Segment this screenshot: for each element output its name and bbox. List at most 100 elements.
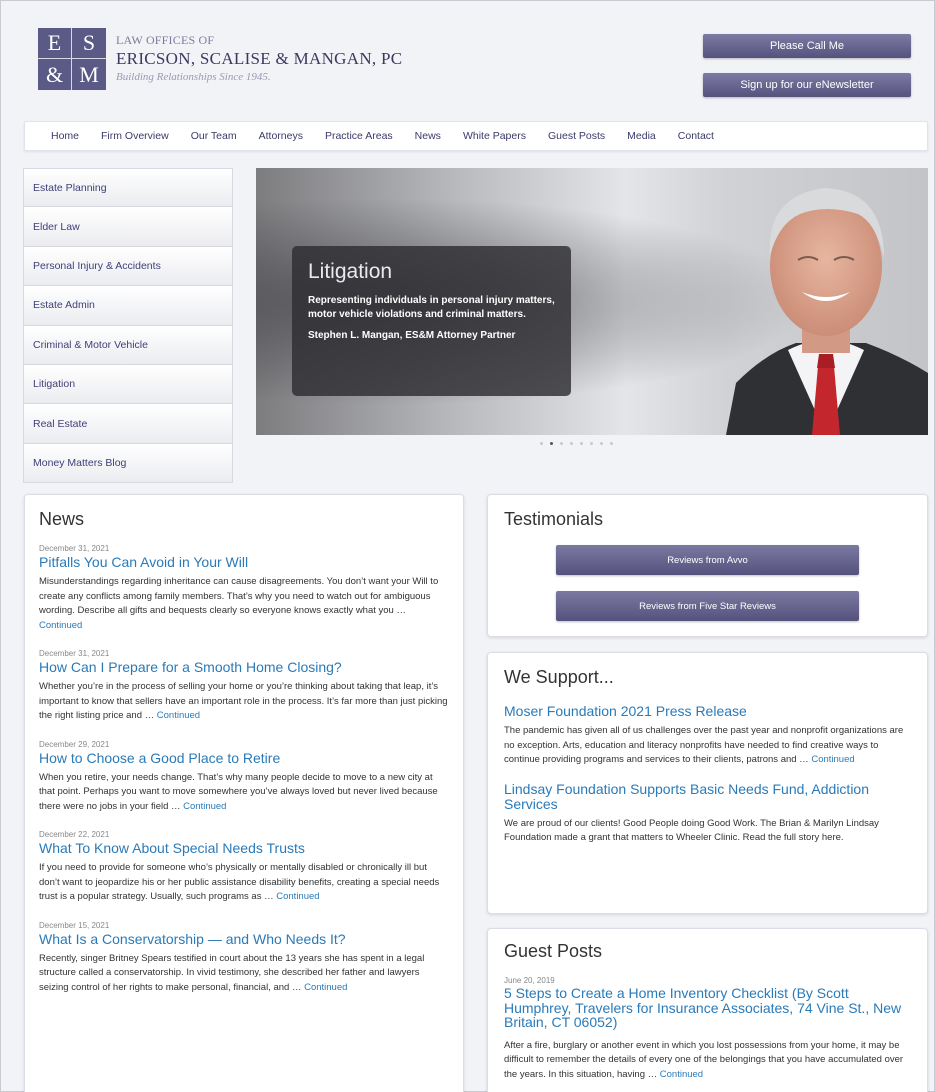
- continued-link[interactable]: Continued: [183, 801, 226, 812]
- slider-dot[interactable]: [580, 442, 583, 445]
- nav-item-contact[interactable]: Contact: [678, 130, 714, 142]
- guest-post-body: After a fire, burglary or another event …: [504, 1039, 904, 1080]
- sidebar-item-real-estate[interactable]: Real Estate: [23, 404, 233, 444]
- article-body: If you need to provide for someone who’s…: [39, 862, 440, 902]
- hero-text: Representing individuals in personal inj…: [308, 295, 555, 320]
- article-title-link[interactable]: What Is a Conservatorship — and Who Need…: [39, 931, 449, 947]
- article-body: When you retire, your needs change. That…: [39, 771, 438, 812]
- sidebar-item-elder-law[interactable]: Elder Law: [23, 207, 233, 247]
- continued-link[interactable]: Continued: [304, 982, 347, 993]
- nav-item-our-team[interactable]: Our Team: [191, 130, 237, 142]
- continued-link[interactable]: Continued: [157, 710, 200, 721]
- nav-item-media[interactable]: Media: [627, 130, 656, 142]
- news-article: December 29, 2021 How to Choose a Good P…: [39, 740, 449, 815]
- slider-dot[interactable]: [570, 442, 573, 445]
- logo-letter: M: [79, 61, 99, 87]
- support-excerpt: The pandemic has given all of us challen…: [504, 724, 911, 768]
- slider-dots: [540, 442, 613, 445]
- news-article: December 31, 2021 Pitfalls You Can Avoid…: [39, 544, 449, 633]
- logo-letter: &: [38, 59, 72, 90]
- continued-link[interactable]: Continued: [660, 1069, 703, 1080]
- newsletter-signup-button[interactable]: Sign up for our eNewsletter: [703, 73, 911, 97]
- reviews-five-star-button[interactable]: Reviews from Five Star Reviews: [556, 591, 859, 621]
- hero-attorney-name: Stephen L. Mangan: [308, 330, 400, 341]
- brand-name[interactable]: ERICSON, SCALISE & MANGAN, PC: [116, 49, 402, 69]
- hero-attorney: Stephen L. Mangan, ES&M Attorney Partner: [308, 329, 555, 343]
- slider-dot[interactable]: [550, 442, 553, 445]
- nav-item-white-papers[interactable]: White Papers: [463, 130, 526, 142]
- support-excerpt: We are proud of our clients! Good People…: [504, 817, 911, 846]
- article-excerpt: When you retire, your needs change. That…: [39, 771, 449, 815]
- slider-dot[interactable]: [540, 442, 543, 445]
- support-title-link[interactable]: Lindsay Foundation Supports Basic Needs …: [504, 781, 911, 812]
- hero-title: Litigation: [308, 260, 393, 283]
- article-excerpt: Recently, singer Britney Spears testifie…: [39, 952, 449, 996]
- article-body: Recently, singer Britney Spears testifie…: [39, 952, 425, 993]
- testimonials-panel: Testimonials Reviews from Avvo Reviews f…: [487, 494, 928, 637]
- nav-item-firm-overview[interactable]: Firm Overview: [101, 130, 169, 142]
- sidebar-item-money-matters-blog[interactable]: Money Matters Blog: [23, 443, 233, 484]
- brand-prefix: LAW OFFICES OF: [116, 33, 215, 47]
- guest-post-excerpt: After a fire, burglary or another event …: [504, 1039, 911, 1083]
- sidebar-item-personal-injury[interactable]: Personal Injury & Accidents: [23, 246, 233, 287]
- hero-caption: Litigation Representing individuals in p…: [292, 246, 571, 396]
- hero-attorney-role: , ES&M Attorney Partner: [399, 330, 516, 341]
- article-title-link[interactable]: How Can I Prepare for a Smooth Home Clos…: [39, 659, 449, 675]
- article-excerpt: Whether you’re in the process of selling…: [39, 680, 449, 724]
- slider-dot[interactable]: [560, 442, 563, 445]
- hero-slider[interactable]: Litigation Representing individuals in p…: [256, 168, 928, 435]
- slider-dot[interactable]: [600, 442, 603, 445]
- article-excerpt: If you need to provide for someone who’s…: [39, 861, 449, 905]
- brand-tagline: Building Relationships Since 1945.: [116, 71, 271, 83]
- guest-post-title-link[interactable]: 5 Steps to Create a Home Inventory Check…: [504, 986, 911, 1030]
- article-title-link[interactable]: What To Know About Special Needs Trusts: [39, 840, 449, 856]
- article-date: December 29, 2021: [39, 739, 110, 749]
- article-body: Misunderstandings regarding inheritance …: [39, 576, 439, 616]
- nav-item-attorneys[interactable]: Attorneys: [259, 130, 303, 142]
- support-title-link[interactable]: Moser Foundation 2021 Press Release: [504, 704, 911, 719]
- testimonials-heading: Testimonials: [504, 509, 604, 529]
- reviews-avvo-button[interactable]: Reviews from Avvo: [556, 545, 859, 575]
- support-body: We are proud of our clients! Good People…: [504, 817, 879, 844]
- guest-heading: Guest Posts: [504, 941, 603, 961]
- nav-item-guest-posts[interactable]: Guest Posts: [548, 130, 605, 142]
- news-article: December 22, 2021 What To Know About Spe…: [39, 830, 449, 905]
- article-date: December 31, 2021: [39, 544, 110, 553]
- we-support-panel: We Support... Moser Foundation 2021 Pres…: [487, 652, 928, 914]
- article-body: Whether you’re in the process of selling…: [39, 681, 448, 721]
- support-item: Moser Foundation 2021 Press Release The …: [504, 704, 911, 768]
- continued-link[interactable]: Continued: [811, 754, 854, 765]
- support-heading: We Support...: [504, 667, 614, 687]
- continued-link[interactable]: Continued: [39, 620, 82, 631]
- nav-item-practice-areas[interactable]: Practice Areas: [325, 130, 393, 142]
- firm-logo[interactable]: E S & M: [38, 28, 106, 90]
- sidebar-item-criminal-motor-vehicle[interactable]: Criminal & Motor Vehicle: [23, 325, 233, 365]
- attorney-portrait: [726, 188, 928, 435]
- practice-sidebar: Estate Planning Elder Law Personal Injur…: [23, 168, 233, 484]
- article-excerpt: Misunderstandings regarding inheritance …: [39, 575, 449, 633]
- article-date: December 22, 2021: [39, 830, 110, 839]
- slider-dot[interactable]: [610, 442, 613, 445]
- article-title-link[interactable]: How to Choose a Good Place to Retire: [39, 750, 449, 766]
- news-heading: News: [39, 509, 85, 529]
- slider-dot[interactable]: [590, 442, 593, 445]
- logo-letter: E: [38, 28, 72, 59]
- main-nav: Home Firm Overview Our Team Attorneys Pr…: [24, 121, 928, 151]
- news-panel: News December 31, 2021 Pitfalls You Can …: [24, 494, 464, 1092]
- continued-link[interactable]: Continued: [276, 891, 319, 902]
- nav-item-news[interactable]: News: [415, 130, 441, 142]
- article-date: December 31, 2021: [39, 649, 110, 658]
- please-call-me-button[interactable]: Please Call Me: [703, 34, 911, 58]
- sidebar-item-litigation[interactable]: Litigation: [23, 364, 233, 405]
- nav-item-home[interactable]: Home: [51, 130, 79, 142]
- guest-posts-panel: Guest Posts June 20, 2019 5 Steps to Cre…: [487, 928, 928, 1092]
- support-item: Lindsay Foundation Supports Basic Needs …: [504, 781, 911, 846]
- article-title-link[interactable]: Pitfalls You Can Avoid in Your Will: [39, 554, 449, 570]
- sidebar-item-estate-admin[interactable]: Estate Admin: [23, 286, 233, 326]
- news-article: December 31, 2021 How Can I Prepare for …: [39, 649, 449, 724]
- guest-post-date: June 20, 2019: [504, 976, 555, 985]
- sidebar-item-estate-planning[interactable]: Estate Planning: [23, 168, 233, 208]
- logo-letter: S: [72, 28, 106, 59]
- news-article: December 15, 2021 What Is a Conservators…: [39, 921, 449, 996]
- article-date: December 15, 2021: [39, 920, 110, 930]
